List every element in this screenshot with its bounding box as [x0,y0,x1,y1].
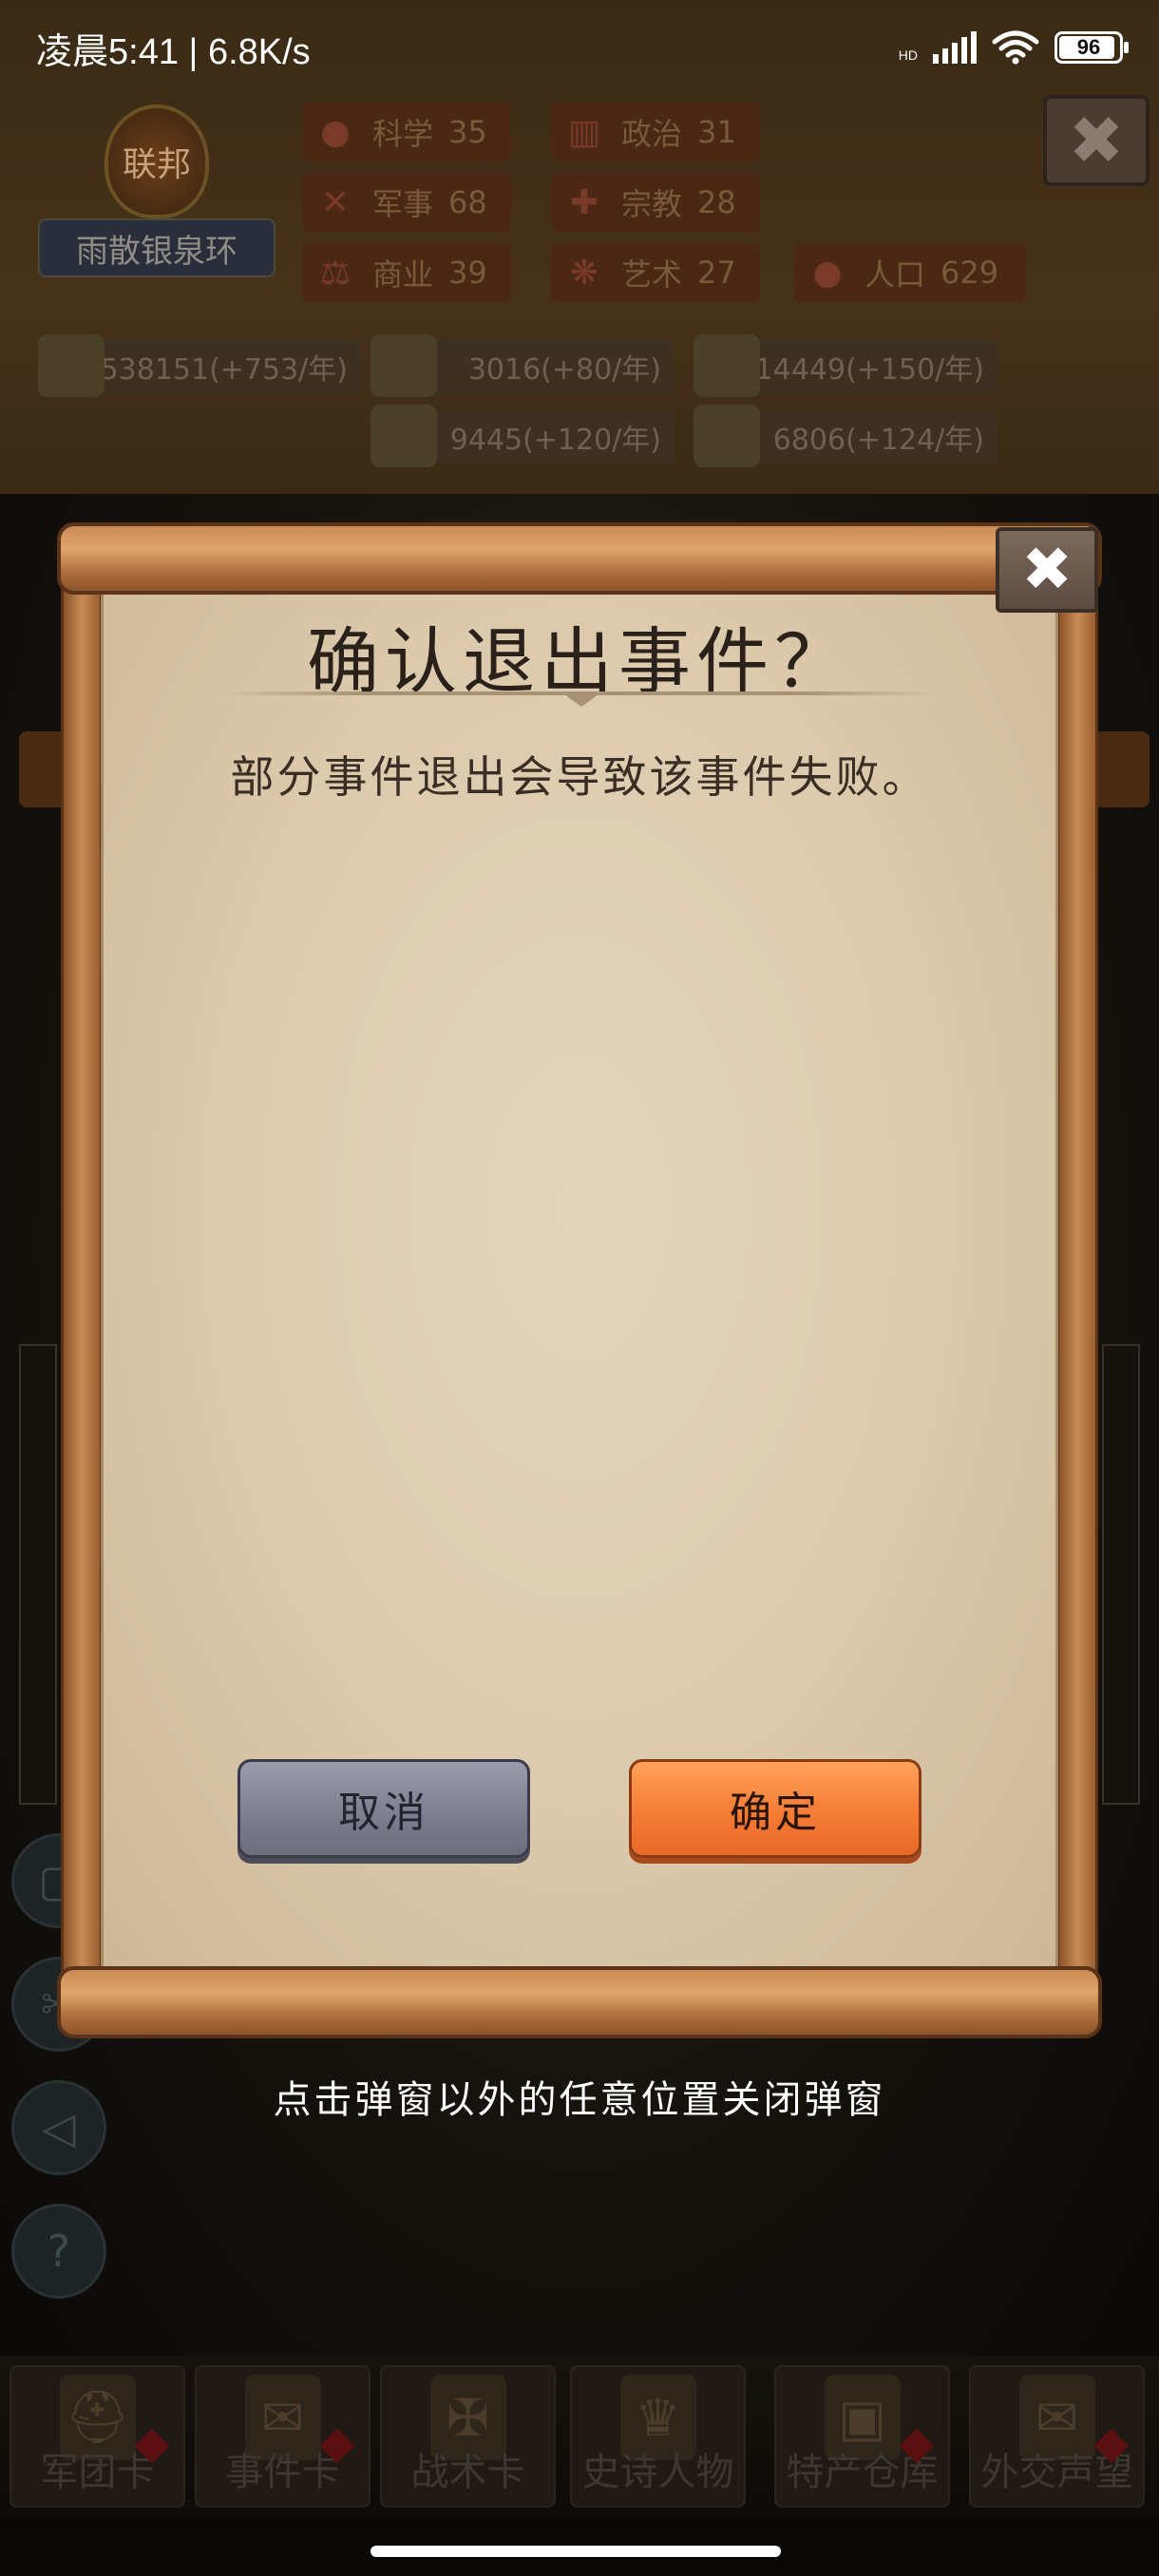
faction-badge: 联邦 雨散银泉环 [38,104,276,285]
cross-icon: ✚ [569,182,599,222]
coins-icon [38,334,104,397]
person-icon: ● [812,253,843,293]
tab-event-cards[interactable]: ✉ 事件卡 [195,2365,370,2508]
swords-icon: ✕ [320,182,351,222]
stat-commerce: ⚖ 商业 39 [302,243,511,302]
close-icon: ✖ [1021,535,1073,605]
home-indicator[interactable] [370,2546,781,2557]
resource-gold: 538151(+753/年) [38,334,361,397]
scales-icon: ⚖ [319,253,352,293]
signal-icon [933,31,977,64]
hd-label: HD [898,47,918,63]
tab-legion-cards[interactable]: ⛑ 军团卡 [10,2365,185,2508]
stat-science: ● 科学 35 [302,103,511,161]
close-icon[interactable]: ✖ [1043,95,1150,186]
status-bar: 凌晨5:41 | 6.8K/s HD 96 [0,0,1159,95]
cancel-button[interactable]: 取消 [238,1759,530,1858]
wood-icon [370,334,437,397]
resource-wood: 3016(+80/年) [370,334,674,397]
faction-name: 雨散银泉环 [38,218,276,277]
close-button[interactable]: ✖ [996,527,1098,613]
tab-specialty-storage[interactable]: ▣ 特产仓库 [774,2365,950,2508]
dismiss-hint: 点击弹窗以外的任意位置关闭弹窗 [273,2078,886,2122]
status-time: 凌晨5:41 | 6.8K/s [36,31,311,72]
scroll-rod-bottom [57,1966,1102,2038]
help-icon[interactable]: ? [11,2204,106,2299]
tab-tactic-cards[interactable]: ✠ 战术卡 [380,2365,556,2508]
building-icon: ▥ [567,112,600,152]
stat-politics: ▥ 政治 31 [551,103,760,161]
resource-iron: 9445(+120/年) [370,405,674,467]
stat-religion: ✚ 宗教 28 [551,173,760,232]
wifi-icon [992,30,1039,65]
stat-art: ❋ 艺术 27 [551,243,760,302]
tab-epic-heroes[interactable]: ♛ 史诗人物 [570,2365,746,2508]
confirm-exit-dialog: 确认退出事件？ 部分事件退出会导致该事件失败。 ✖ 取消 确定 [57,522,1102,2052]
scroll-rod-top [57,522,1102,595]
resource-meat: 6806(+124/年) [694,405,998,467]
divider-arrow [560,691,602,707]
dialog-message: 部分事件退出会导致该事件失败。 [230,751,929,803]
flask-icon: ● [320,112,351,152]
status-icons: HD 96 [898,30,1129,65]
faction-emblem-icon: 联邦 [104,104,209,218]
art-icon: ❋ [569,253,599,293]
info-panel-right [1102,1344,1140,1805]
meat-icon [694,405,760,467]
battery-icon: 96 [1054,31,1129,64]
stone-icon [694,334,760,397]
confirm-button[interactable]: 确定 [629,1759,922,1858]
stat-population: ● 人口 629 [794,243,1026,302]
tab-diplomacy[interactable]: ✉ 外交声望 [969,2365,1145,2508]
info-panel-left [19,1344,57,1805]
stat-military: ✕ 军事 68 [302,173,511,232]
resource-stone: 14449(+150/年) [694,334,998,397]
iron-icon [370,405,437,467]
